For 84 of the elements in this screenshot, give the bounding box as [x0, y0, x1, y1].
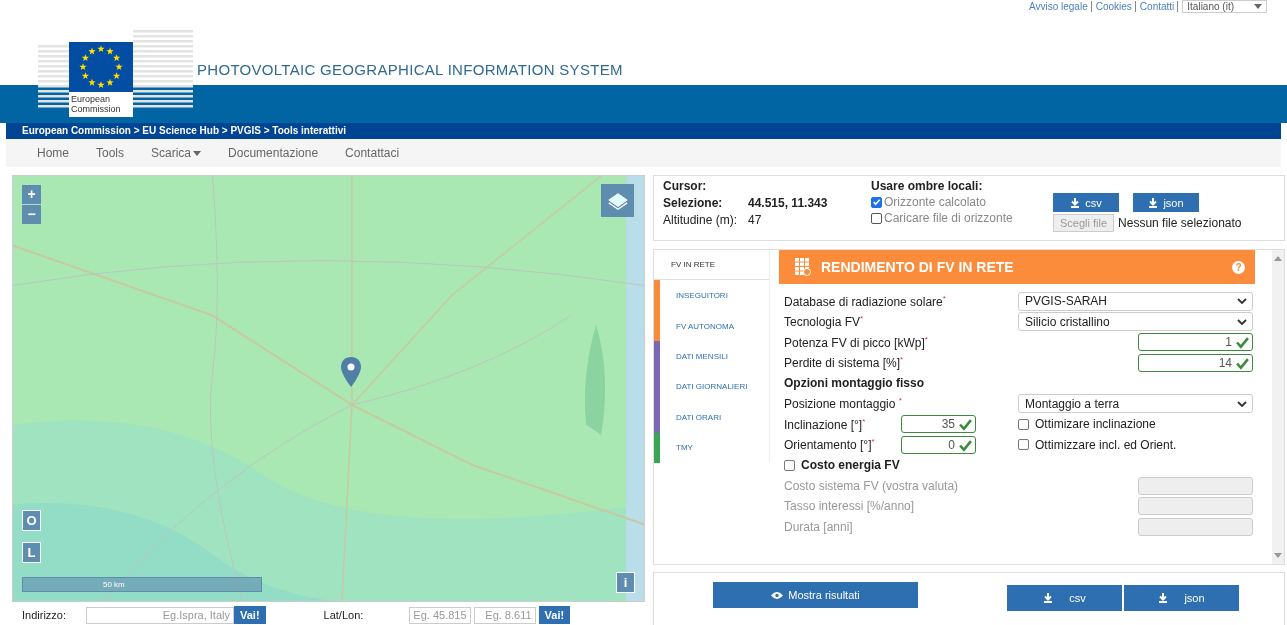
selection-label: Selezione:: [663, 196, 724, 210]
download-button[interactable]: json: [1133, 193, 1199, 212]
footer-link[interactable]: Avviso legale: [1028, 1, 1092, 12]
checkbox[interactable]: [784, 459, 795, 471]
latlon-label: Lat/Lon:: [323, 609, 365, 621]
nav-item[interactable]: Home: [37, 146, 69, 160]
number-field[interactable]: 1: [1138, 333, 1253, 352]
nav-item[interactable]: Scarica: [151, 146, 202, 160]
file-status: Nessun file selezionato: [1118, 216, 1242, 230]
check-icon: [959, 418, 972, 432]
field-label: Posizione montaggio $^{*}$: [784, 396, 903, 412]
site-title: PHOTOVOLTAIC GEOGRAPHICAL INFORMATION SYSTEM: [197, 61, 623, 78]
download-icon: [1148, 197, 1159, 208]
show-results-button[interactable]: Mostra risultati: [713, 582, 918, 608]
field-label: Inclinazione [°]$^{*}$: [784, 416, 867, 432]
field-label: Durata [anni]: [784, 519, 854, 534]
eye-icon: [771, 590, 784, 600]
download-icon: [1158, 593, 1169, 603]
checkbox[interactable]: [871, 196, 882, 208]
go-button[interactable]: Vai!: [234, 606, 266, 624]
map-button[interactable]: O: [22, 510, 41, 531]
chevron-icon: [1237, 318, 1247, 325]
address-field[interactable]: Eg.Ispra, Italy: [86, 606, 234, 624]
field-label: Potenza FV di picco [kWp]$^{*}$: [784, 334, 929, 350]
select-field[interactable]: Silicio cristallino: [1018, 312, 1253, 332]
panel-title: RENDIMENTO DI FV IN RETE: [821, 259, 1015, 275]
solar-panel-icon: [795, 258, 811, 276]
eu-flag-icon: [69, 42, 133, 92]
number-field[interactable]: 35: [901, 415, 976, 434]
select-field[interactable]: PVGIS-SARAH: [1018, 291, 1253, 311]
checkbox[interactable]: [871, 212, 882, 224]
altitude-value: 47: [748, 213, 762, 227]
download-icon: [1043, 593, 1054, 603]
field-label: Tecnologia FV$^{*}$: [784, 314, 865, 330]
caret-icon: [1254, 4, 1262, 9]
longitude-field[interactable]: Eg. 8.611: [473, 606, 536, 624]
check-icon: [1236, 356, 1249, 370]
section-heading: Opzioni montaggio fisso: [784, 376, 925, 391]
field-label: Costo sistema FV (vostra valuta): [784, 478, 960, 493]
download-button[interactable]: csv: [1053, 193, 1119, 212]
download-button[interactable]: csv: [1007, 585, 1122, 611]
cursor-label: Cursor:: [663, 179, 708, 193]
select-field[interactable]: Montaggio a terra: [1018, 394, 1253, 414]
chevron-icon: [1237, 298, 1247, 305]
scroll-down-icon[interactable]: [1274, 553, 1282, 558]
field-label: Database di radiazione solare$^{*}$: [784, 293, 947, 309]
breadcrumb[interactable]: European Commission > EU Science Hub > PVGIS > Tools interattivi: [22, 125, 347, 136]
language-select[interactable]: Italiano (it): [1182, 0, 1267, 13]
nav-item[interactable]: Documentazione: [228, 146, 319, 160]
field-label: Tasso interessi [%/anno]: [784, 499, 916, 514]
nav-item[interactable]: Tools: [96, 146, 125, 160]
info-button[interactable]: i: [616, 572, 635, 593]
map-pin-icon: [341, 357, 361, 387]
altitude-label: Altitudine (m):: [663, 213, 739, 227]
scale-bar: 50 km: [22, 577, 262, 592]
address-label: Indirizzo:: [22, 609, 68, 621]
shadows-title: Usare ombre locali:: [871, 179, 984, 193]
zoom-out-button[interactable]: −: [22, 205, 41, 224]
number-field[interactable]: 14: [1138, 353, 1253, 372]
latitude-field[interactable]: Eg. 45.815: [408, 606, 471, 624]
layers-button[interactable]: [601, 184, 634, 217]
map-button[interactable]: L: [22, 542, 41, 563]
number-field[interactable]: 0: [901, 435, 976, 454]
download-icon: [1070, 197, 1081, 208]
scroll-up-icon[interactable]: [1274, 256, 1282, 261]
checkbox-label: Ottimizzare incl. ed Orient.: [1035, 437, 1177, 452]
selection-value: 44.515, 11.343: [748, 196, 828, 210]
checkbox[interactable]: [1018, 418, 1029, 430]
check-icon: [1236, 336, 1249, 350]
go-button[interactable]: Vai!: [538, 606, 571, 624]
field-label: Orientamento [°]$^{*}$: [784, 437, 876, 453]
field-label: Perdite di sistema [%]$^{*}$: [784, 355, 905, 371]
checkbox-label: Orizzonte calcolato: [884, 195, 987, 209]
checkbox-label: Costo energia FV: [801, 458, 900, 473]
footer-link[interactable]: Cookies: [1095, 1, 1136, 12]
zoom-in-button[interactable]: +: [22, 185, 41, 204]
check-icon: [959, 438, 972, 452]
nav-item[interactable]: Contattaci: [345, 146, 400, 160]
chevron-icon: [1237, 400, 1247, 407]
footer-link[interactable]: Contatti: [1139, 1, 1179, 12]
checkbox[interactable]: [1018, 439, 1029, 451]
checkbox-label: Caricare file di orizzonte: [884, 211, 1013, 225]
download-button[interactable]: json: [1124, 585, 1239, 611]
checkbox-label: Ottimizare inclinazione: [1035, 417, 1156, 432]
